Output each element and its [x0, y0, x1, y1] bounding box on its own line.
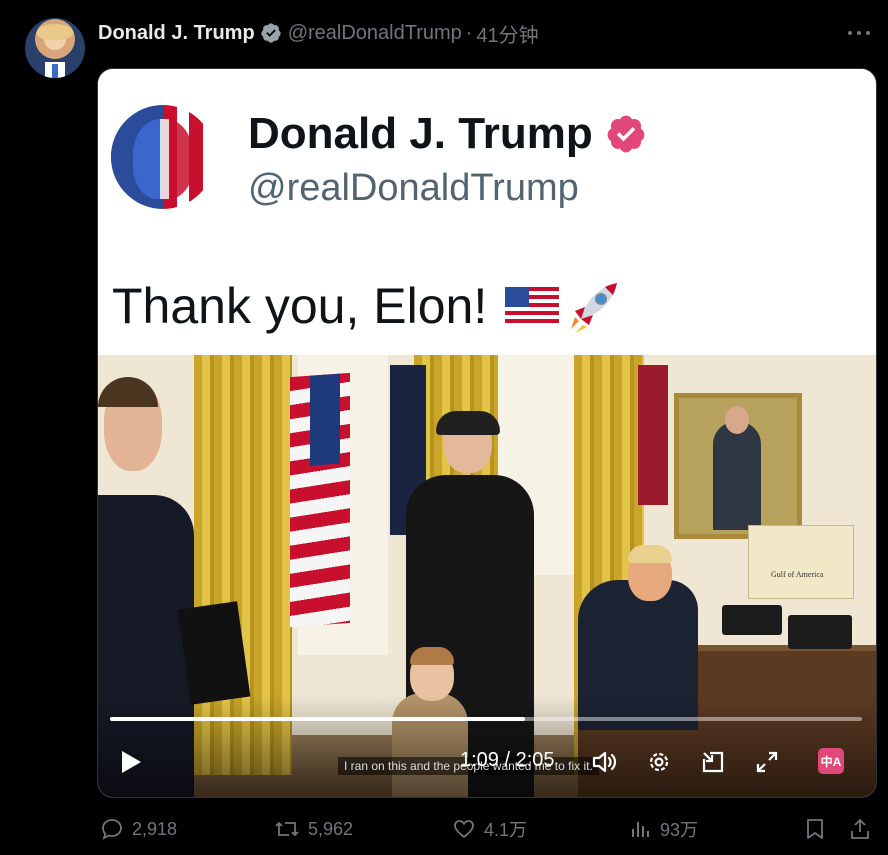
- action-bar: 2,918 5,962 4.1万 93万: [98, 814, 874, 844]
- post-header: Donald J. Trump @realDonaldTrump · 41分钟: [98, 19, 539, 48]
- avatar-hair: [37, 24, 73, 40]
- elon-cap: [436, 411, 500, 435]
- embed-verified-badge-icon: [607, 115, 645, 153]
- avatar[interactable]: [25, 18, 85, 78]
- portrait-painting: [674, 393, 802, 539]
- trump-hair: [628, 545, 672, 563]
- video-player[interactable]: Donald J. Trump @realDonaldTrump Thank y…: [97, 68, 877, 798]
- embed-handle: @realDonaldTrump: [248, 167, 579, 209]
- pip-icon: [702, 751, 724, 773]
- play-button[interactable]: [116, 747, 146, 777]
- reply-count: 2,918: [132, 818, 178, 839]
- progress-bar[interactable]: [110, 717, 862, 721]
- post: Donald J. Trump @realDonaldTrump · 41分钟 …: [0, 0, 888, 855]
- sign-text: Gulf of America: [771, 570, 824, 579]
- post-time[interactable]: 41分钟: [476, 19, 538, 48]
- video-frame[interactable]: Gulf of America I ran on this and the pe…: [98, 355, 876, 797]
- translate-icon: 中A: [820, 754, 842, 769]
- volume-icon: [592, 751, 617, 773]
- views-icon: [632, 822, 649, 837]
- separator-dot: ·: [465, 21, 473, 44]
- repost-icon: [275, 821, 299, 837]
- progress-fill: [110, 717, 526, 721]
- fullscreen-button[interactable]: [752, 747, 782, 777]
- embed-display-name: Donald J. Trump: [248, 109, 647, 159]
- controls-shade: [98, 695, 876, 797]
- heart-icon: [454, 820, 474, 839]
- pip-button[interactable]: [698, 747, 728, 777]
- play-icon: [122, 751, 141, 773]
- display-name[interactable]: Donald J. Trump: [98, 22, 255, 45]
- handle[interactable]: @realDonaldTrump: [288, 22, 462, 45]
- us-flag: [290, 372, 350, 628]
- flag-usa-icon: [505, 287, 560, 325]
- translate-button[interactable]: 中A: [818, 748, 844, 774]
- gulf-of-america-sign: Gulf of America: [748, 525, 854, 599]
- red-flag: [638, 365, 668, 505]
- embed-text-content: Thank you, Elon!: [112, 278, 488, 334]
- avatar-tie: [52, 64, 58, 78]
- fullscreen-icon: [756, 751, 778, 773]
- reply-button[interactable]: 2,918: [100, 814, 177, 844]
- embed-text: Thank you, Elon!: [112, 277, 623, 335]
- like-count: 4.1万: [484, 820, 528, 840]
- volume-button[interactable]: [590, 747, 620, 777]
- desk-phone-2: [788, 615, 852, 649]
- like-button[interactable]: 4.1万: [452, 814, 527, 844]
- settings-icon: [649, 752, 669, 772]
- repost-button[interactable]: 5,962: [274, 814, 353, 844]
- repost-count: 5,962: [308, 818, 354, 839]
- embed-avatar: [111, 105, 215, 209]
- share-button[interactable]: [848, 814, 880, 844]
- verified-badge-icon[interactable]: [260, 22, 282, 44]
- views-button[interactable]: 93万: [628, 814, 698, 844]
- views-count: 93万: [660, 820, 699, 840]
- rocket-icon: [571, 283, 618, 333]
- embedded-post-card: Donald J. Trump @realDonaldTrump Thank y…: [98, 69, 876, 355]
- settings-button[interactable]: [644, 747, 674, 777]
- embed-name-text: Donald J. Trump: [248, 109, 593, 158]
- boy-hair: [410, 647, 454, 665]
- more-options-icon[interactable]: [848, 24, 870, 42]
- share-icon: [851, 818, 869, 839]
- reply-icon: [102, 819, 122, 840]
- time-display: 1:09 / 2:05: [460, 749, 555, 771]
- bookmark-icon: [807, 819, 823, 839]
- bookmark-button[interactable]: [804, 814, 834, 844]
- desk-phone-1: [722, 605, 782, 635]
